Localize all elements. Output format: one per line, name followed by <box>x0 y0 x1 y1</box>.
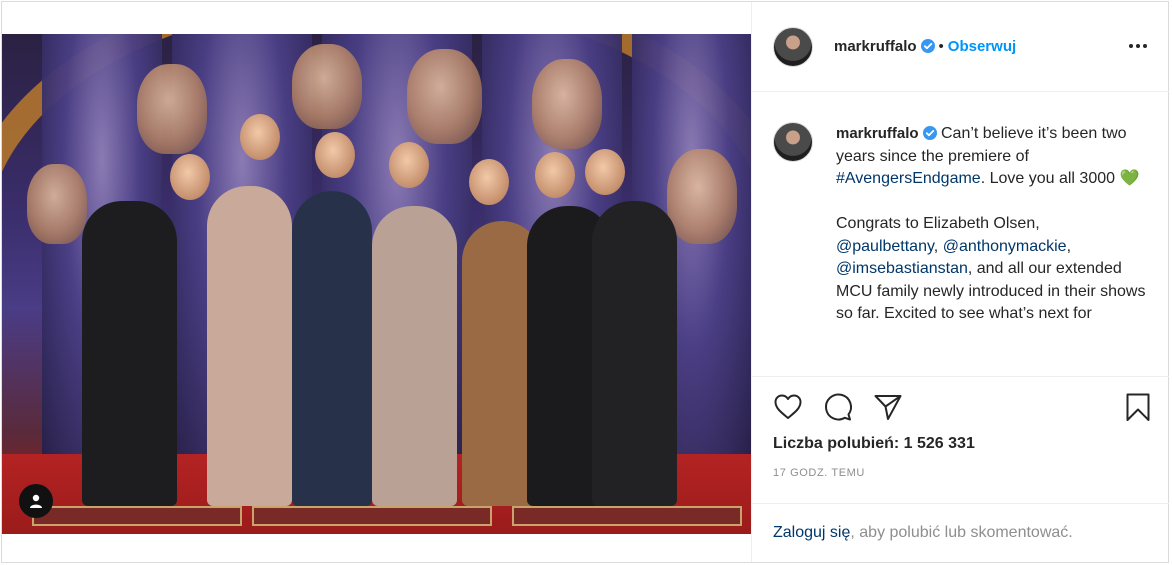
more-options-icon[interactable] <box>1127 36 1149 56</box>
hashtag-link[interactable]: #AvengersEndgame <box>836 170 981 187</box>
post-side-panel: markruffalo • Obserwuj markruffalo Can’t b… <box>751 2 1169 562</box>
photo-person-head <box>240 114 280 160</box>
action-bar <box>752 387 1169 427</box>
post-header: markruffalo • Obserwuj <box>752 2 1169 92</box>
comment-icon[interactable] <box>822 391 854 423</box>
heart-icon[interactable] <box>772 391 804 423</box>
caption-comma: , <box>933 237 939 255</box>
photo-person-head <box>170 154 210 200</box>
photo-person <box>592 201 677 506</box>
user-tag-button[interactable] <box>19 484 53 518</box>
caption-paragraph: Congrats to Elizabeth Olsen, @paulbettan… <box>836 213 1146 326</box>
photo-person-head <box>315 132 355 178</box>
mention-link[interactable]: @imsebastianstan <box>836 260 968 277</box>
caption-area: markruffalo Can’t believe it’s been two … <box>752 92 1169 377</box>
mention-link[interactable]: @paulbettany <box>836 238 934 255</box>
poster-face <box>532 59 602 149</box>
likes-count[interactable]: Liczba polubień: 1 526 331 <box>773 435 975 453</box>
green-heart-emoji: 💚 <box>1119 170 1140 187</box>
bookmark-icon[interactable] <box>1122 391 1154 423</box>
photo-person <box>82 201 177 506</box>
cement-slab <box>252 506 492 526</box>
caption-comma: , <box>1066 237 1072 255</box>
header-user-row: markruffalo • Obserwuj <box>834 38 1016 56</box>
post-caption: markruffalo Can’t believe it’s been two … <box>836 123 1146 326</box>
instagram-post: markruffalo • Obserwuj markruffalo Can’t b… <box>1 1 1169 563</box>
cement-slab <box>512 506 742 526</box>
mention-link[interactable]: @anthonymackie <box>943 238 1067 255</box>
header-separator: • <box>938 38 944 55</box>
photo-person-head <box>585 149 625 195</box>
poster-face <box>667 149 737 244</box>
photo-person-head <box>469 159 509 205</box>
caption-username[interactable]: markruffalo <box>836 125 919 142</box>
caption-text: Congrats to Elizabeth Olsen, <box>836 215 1040 232</box>
poster-face <box>407 49 482 144</box>
login-prompt-text: Zaloguj się, aby polubić lub skomentować… <box>773 524 1073 542</box>
author-avatar[interactable] <box>773 27 813 67</box>
photo-person <box>207 186 292 506</box>
verified-badge-icon <box>922 126 937 140</box>
poster-face <box>27 164 87 244</box>
login-link[interactable]: Zaloguj się <box>773 524 850 541</box>
caption-paragraph: markruffalo Can’t believe it’s been two … <box>836 123 1146 191</box>
caption-avatar[interactable] <box>773 122 813 162</box>
poster-face <box>292 44 362 129</box>
photo-person-head <box>389 142 429 188</box>
caption-text: . Love you all 3000 <box>980 170 1116 187</box>
poster-face <box>137 64 207 154</box>
share-icon[interactable] <box>872 391 904 423</box>
photo-person-head <box>535 152 575 198</box>
post-media <box>2 2 751 562</box>
user-tag-icon <box>30 494 42 508</box>
author-username[interactable]: markruffalo <box>834 38 917 55</box>
login-prompt-rest: , aby polubić lub skomentować. <box>850 524 1073 541</box>
follow-button[interactable]: Obserwuj <box>948 38 1016 55</box>
cement-slab <box>32 506 242 526</box>
post-timestamp[interactable]: 17 GODZ. TEMU <box>773 467 865 479</box>
post-photo[interactable] <box>2 34 751 534</box>
photo-person <box>292 191 372 506</box>
verified-badge-icon <box>920 39 935 53</box>
photo-person <box>372 206 457 506</box>
login-prompt: Zaloguj się, aby polubić lub skomentować… <box>752 503 1169 562</box>
